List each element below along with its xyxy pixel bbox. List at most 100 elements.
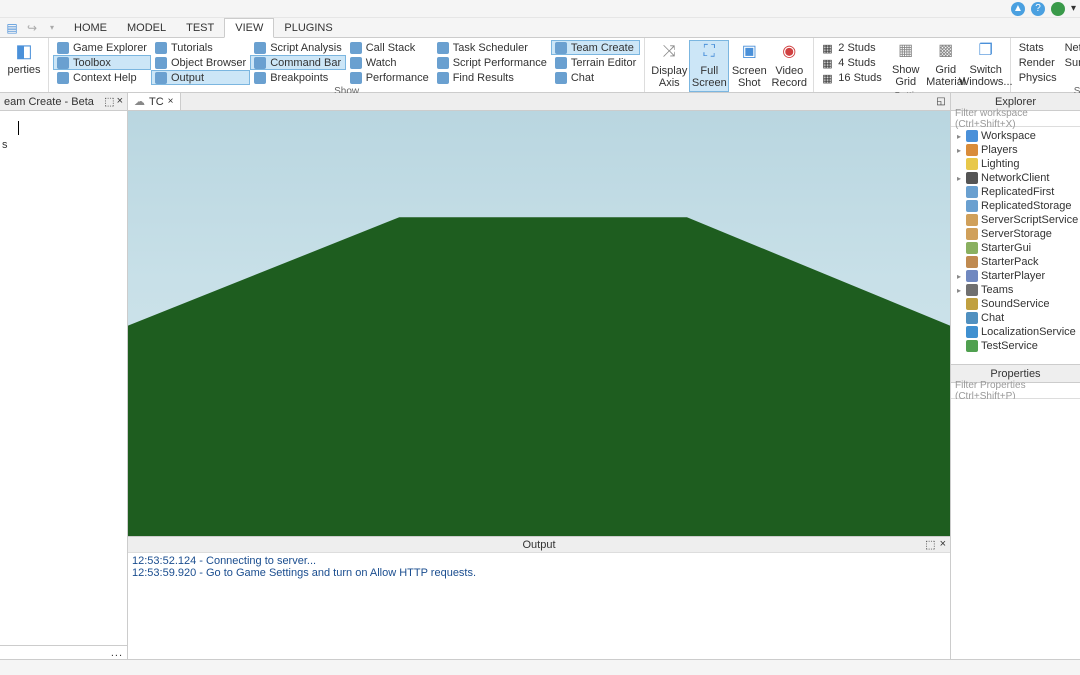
service-icon xyxy=(966,312,978,324)
full-screen-button[interactable]: ⛶Full Screen xyxy=(689,40,729,92)
service-icon xyxy=(966,340,978,352)
notification-icon[interactable]: ▲ xyxy=(1011,2,1025,16)
tab-model[interactable]: MODEL xyxy=(117,18,176,37)
tab-tc[interactable]: ☁ TC × xyxy=(128,93,181,110)
service-icon xyxy=(966,270,978,282)
call-stack-button[interactable]: Call Stack xyxy=(346,40,433,55)
output-button[interactable]: Output xyxy=(151,70,250,85)
tool-icon xyxy=(437,57,449,69)
tab-plugins[interactable]: PLUGINS xyxy=(274,18,342,37)
team-create-button[interactable]: Team Create xyxy=(551,40,640,55)
service-icon xyxy=(966,284,978,296)
grid-icon: ▦ xyxy=(822,42,834,54)
tree-node-testservice[interactable]: TestService xyxy=(951,339,1080,353)
service-icon xyxy=(966,172,978,184)
expand-icon[interactable]: ▸ xyxy=(955,146,963,155)
game-explorer-button[interactable]: Game Explorer xyxy=(53,40,151,55)
tree-node-starterplayer[interactable]: ▸StarterPlayer xyxy=(951,269,1080,283)
service-icon xyxy=(966,158,978,170)
tree-label: Lighting xyxy=(981,158,1020,170)
switch-windows-button[interactable]: ❐Switch Windows... xyxy=(966,40,1006,90)
tab-test[interactable]: TEST xyxy=(176,18,224,37)
tree-node-startergui[interactable]: StarterGui xyxy=(951,241,1080,255)
display-axis-button[interactable]: ⤨Display Axis xyxy=(649,40,689,92)
terrain-editor-button[interactable]: Terrain Editor xyxy=(551,55,640,70)
expand-icon[interactable]: ▸ xyxy=(955,174,963,183)
script-performance-button[interactable]: Script Performance xyxy=(433,55,551,70)
studs-16-button: ▦16 Studs xyxy=(818,70,885,85)
network-button[interactable]: Network xyxy=(1061,40,1080,55)
tree-node-localizationservice[interactable]: LocalizationService xyxy=(951,325,1080,339)
menu-toggle-icon[interactable]: ▾ xyxy=(1071,3,1076,14)
tool-icon xyxy=(57,72,69,84)
team-create-panel: eam Create - Beta ⬚× s ... xyxy=(0,93,128,659)
tree-node-soundservice[interactable]: SoundService xyxy=(951,297,1080,311)
expand-icon[interactable]: ▸ xyxy=(955,272,963,281)
pin-icon[interactable]: ⬚ xyxy=(104,95,114,108)
tree-node-workspace[interactable]: ▸ Workspace xyxy=(951,129,1080,143)
chat-button[interactable]: Chat xyxy=(551,70,640,85)
chevron-down-icon[interactable]: ▾ xyxy=(44,20,60,36)
context-help-button[interactable]: Context Help xyxy=(53,70,151,85)
redo-icon[interactable]: ↪ xyxy=(24,20,40,36)
stats-button[interactable]: Stats xyxy=(1015,40,1061,55)
performance-button[interactable]: Performance xyxy=(346,70,433,85)
physics-button[interactable]: Physics xyxy=(1015,70,1061,85)
properties-button[interactable]: ◧ perties xyxy=(4,40,44,78)
video-record-button[interactable]: ◉Video Record xyxy=(769,40,809,92)
tree-node-lighting[interactable]: Lighting xyxy=(951,157,1080,171)
close-icon[interactable]: × xyxy=(940,538,946,551)
service-icon xyxy=(966,228,978,240)
pin-icon[interactable]: ⬚ xyxy=(925,538,935,551)
log-line: 12:53:59.920 - Go to Game Settings and t… xyxy=(132,567,946,579)
expand-icon[interactable]: ▸ xyxy=(955,286,963,295)
user-icon[interactable] xyxy=(1051,2,1065,16)
expand-icon[interactable]: ▸ xyxy=(955,132,963,141)
tab-close-icon[interactable]: × xyxy=(168,96,174,107)
tool-icon xyxy=(350,42,362,54)
resize-grip-icon[interactable]: ... xyxy=(111,647,123,659)
tree-node-players[interactable]: ▸Players xyxy=(951,143,1080,157)
show-grid-button[interactable]: ▦Show Grid xyxy=(886,40,926,90)
tree-node-serverscriptservice[interactable]: ServerScriptService xyxy=(951,213,1080,227)
tutorials-button[interactable]: Tutorials xyxy=(151,40,250,55)
breakpoints-button[interactable]: Breakpoints xyxy=(250,70,346,85)
tree-node-networkclient[interactable]: ▸NetworkClient xyxy=(951,171,1080,185)
explorer-filter-input[interactable]: Filter workspace (Ctrl+Shift+X) xyxy=(951,111,1080,127)
properties-filter-input[interactable]: Filter Properties (Ctrl+Shift+P) xyxy=(951,383,1080,399)
output-log[interactable]: 12:53:52.124 - Connecting to server...12… xyxy=(128,553,950,659)
viewport-3d[interactable] xyxy=(128,111,950,536)
tree-node-chat[interactable]: Chat xyxy=(951,311,1080,325)
tree-node-teams[interactable]: ▸Teams xyxy=(951,283,1080,297)
screenshot-button[interactable]: ▣Screen Shot xyxy=(729,40,769,92)
tab-view[interactable]: VIEW xyxy=(224,18,274,38)
tree-node-starterpack[interactable]: StarterPack xyxy=(951,255,1080,269)
watch-button[interactable]: Watch xyxy=(346,55,433,70)
script-analysis-button[interactable]: Script Analysis xyxy=(250,40,346,55)
help-icon[interactable]: ? xyxy=(1031,2,1045,16)
team-create-input[interactable]: s xyxy=(0,111,127,645)
tool-icon xyxy=(254,72,266,84)
tree-node-replicatedfirst[interactable]: ReplicatedFirst xyxy=(951,185,1080,199)
task-scheduler-button[interactable]: Task Scheduler xyxy=(433,40,551,55)
file-icon[interactable]: ▤ xyxy=(4,20,20,36)
panel-title: Output xyxy=(522,539,555,551)
toolbox-button[interactable]: Toolbox xyxy=(53,55,151,70)
find-results-button[interactable]: Find Results xyxy=(433,70,551,85)
service-icon xyxy=(966,256,978,268)
close-icon[interactable]: × xyxy=(117,95,123,108)
tree-label: ReplicatedStorage xyxy=(981,200,1072,212)
tree-label: Workspace xyxy=(981,130,1036,142)
tab-home[interactable]: HOME xyxy=(64,18,117,37)
tool-icon xyxy=(437,72,449,84)
render-button[interactable]: Render xyxy=(1015,55,1061,70)
explorer-tree[interactable]: ▸ Workspace▸PlayersLighting▸NetworkClient… xyxy=(951,127,1080,364)
maximize-icon[interactable]: ◱ xyxy=(932,93,950,110)
object-browser-button[interactable]: Object Browser xyxy=(151,55,250,70)
command-bar-button[interactable]: Command Bar xyxy=(250,55,346,70)
tree-label: TestService xyxy=(981,340,1038,352)
output-panel: Output ⬚ × 12:53:52.124 - Connecting to s… xyxy=(128,536,950,659)
tree-node-replicatedstorage[interactable]: ReplicatedStorage xyxy=(951,199,1080,213)
summary-button[interactable]: Summary xyxy=(1061,55,1080,70)
tree-node-serverstorage[interactable]: ServerStorage xyxy=(951,227,1080,241)
